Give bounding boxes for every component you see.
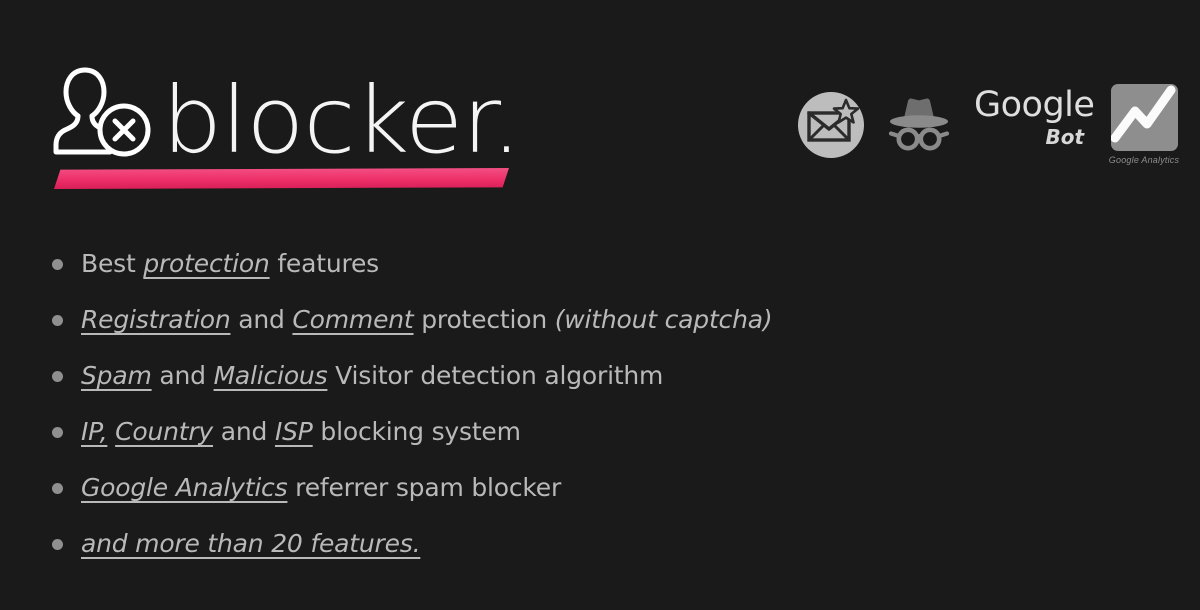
banner-header: blocker. Google Bot Google Analytics <box>0 0 1200 200</box>
bullet-icon <box>52 314 63 326</box>
promo-banner: blocker. Google Bot Google Analytics Bes… <box>0 0 1200 610</box>
accent-underline-bar <box>54 168 509 189</box>
brand-icon-row: Google Bot Google Analytics <box>796 84 1186 184</box>
feature-text-emphasis: Registration <box>81 305 231 335</box>
google-analytics-caption: Google Analytics <box>1108 155 1180 165</box>
feature-text-emphasis: protection <box>143 249 270 279</box>
feature-text: Spam and Malicious Visitor detection alg… <box>81 362 663 390</box>
feature-list-item: Spam and Malicious Visitor detection alg… <box>52 348 1052 404</box>
feature-text-emphasis: Malicious <box>213 361 328 391</box>
feature-text-segment: and <box>213 417 275 447</box>
bullet-icon <box>52 426 63 438</box>
feature-text-segment <box>107 417 115 446</box>
logo-wordmark: blocker. <box>162 67 522 175</box>
feature-text: Registration and Comment protection (wit… <box>81 305 773 335</box>
feature-text-emphasis: Comment <box>292 305 414 335</box>
feature-list: Best protection features Registration and… <box>52 236 1052 572</box>
spam-mail-icon <box>796 84 866 190</box>
bullet-icon <box>52 370 63 382</box>
feature-list-item: Registration and Comment protection (wit… <box>52 292 1052 348</box>
feature-text-emphasis: Google Analytics <box>81 473 288 503</box>
feature-list-item: Best protection features <box>52 236 1052 292</box>
google-bot-label: Google <box>974 85 1095 125</box>
feature-list-item: IP, Country and ISP blocking system <box>52 404 1052 460</box>
feature-text-emphasis: Spam <box>81 361 152 391</box>
product-logo: blocker. <box>52 55 522 190</box>
feature-text-segment: blocking system <box>312 417 521 447</box>
feature-text-emphasis: ISP <box>274 417 313 447</box>
bullet-icon <box>52 258 63 270</box>
feature-text: IP, Country and ISP blocking system <box>81 418 521 446</box>
feature-text: Google Analytics referrer spam blocker <box>81 474 561 502</box>
user-blocked-icon <box>52 60 156 160</box>
google-bot-sublabel: Bot <box>1045 125 1084 149</box>
feature-text-emphasis: Country <box>115 417 214 447</box>
logo-row: blocker. <box>52 55 522 167</box>
incognito-icon <box>888 84 950 194</box>
feature-text-segment: Visitor detection algorithm <box>327 361 664 391</box>
feature-list-item: and more than 20 features. <box>52 516 1052 572</box>
google-bot-icon: Google Bot <box>974 84 1095 188</box>
feature-text-emphasis: (without captcha) <box>554 305 773 335</box>
feature-text-segment: features <box>269 249 380 279</box>
feature-text-emphasis: IP, <box>81 417 108 447</box>
google-analytics-chart-icon <box>1110 84 1178 151</box>
feature-text-segment: and <box>151 361 214 391</box>
google-analytics-icon: Google Analytics <box>1102 84 1186 184</box>
feature-text-segment: protection <box>413 305 555 335</box>
bullet-icon <box>52 482 63 494</box>
feature-text-segment: referrer spam blocker <box>287 473 562 503</box>
feature-text: Best protection features <box>81 250 379 278</box>
bullet-icon <box>52 538 63 550</box>
feature-list-item: Google Analytics referrer spam blocker <box>52 460 1052 516</box>
feature-text: and more than 20 features. <box>81 529 421 559</box>
feature-text-emphasis: and more than 20 features. <box>81 529 421 559</box>
feature-text-segment: and <box>230 305 293 335</box>
feature-text-segment: Best <box>81 249 144 279</box>
